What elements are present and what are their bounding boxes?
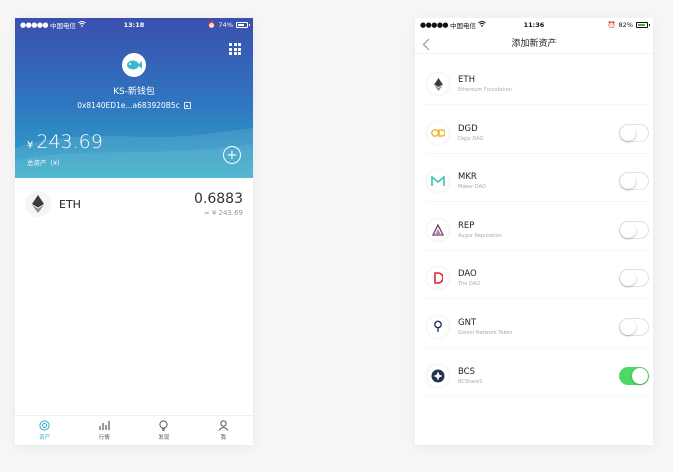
- token-info: GNT Golem Network Token: [458, 318, 513, 336]
- tab-profile[interactable]: 我: [194, 416, 254, 445]
- tab-bar: 资产 行情 发现 我: [15, 415, 253, 445]
- status-bar: ●●●●● 中国电信 13:18 ⏰ 74%: [15, 18, 253, 32]
- menu-grid-icon[interactable]: [229, 43, 241, 55]
- market-icon: [99, 421, 110, 430]
- profile-icon: [218, 420, 229, 431]
- wallet-address[interactable]: 0x8140ED1e...a683920B5c: [15, 101, 253, 110]
- token-toggle[interactable]: [619, 269, 649, 288]
- total-assets-label: 总资产（¥）: [27, 159, 64, 167]
- token-row-mkr[interactable]: MKR Maker DAO: [425, 161, 651, 203]
- status-bar: ●●●●● 中国电信 11:36 ⏰ 82%: [415, 18, 653, 32]
- back-button[interactable]: [422, 36, 430, 55]
- token-name: BCShareS: [458, 378, 483, 385]
- token-list: ETH Ethereum Foundation DGD Digix DAO MKR Mak…: [425, 64, 651, 404]
- token-info: MKR Maker DAO: [458, 172, 486, 190]
- token-name: The DAO: [458, 281, 480, 288]
- battery-percent: 74%: [218, 21, 233, 29]
- nav-bar: 添加新资产: [415, 32, 653, 54]
- toggle-knob: [620, 124, 636, 141]
- token-name: Digix DAO: [458, 135, 484, 142]
- total-balance: ¥ 243.69: [27, 131, 103, 153]
- token-row-rep[interactable]: REP Augur Reputation: [425, 210, 651, 251]
- tab-label: 发现: [158, 435, 170, 441]
- ethereum-icon: [25, 191, 51, 217]
- token-info: REP Augur Reputation: [458, 221, 502, 239]
- token-row-dgd[interactable]: DGD Digix DAO: [425, 113, 651, 154]
- golem-icon: [427, 315, 449, 338]
- token-name: Maker DAO: [458, 184, 486, 191]
- fish-icon: [127, 60, 142, 70]
- alarm-icon: ⏰: [607, 21, 616, 29]
- ethereum-icon: [427, 73, 449, 95]
- wallet-avatar[interactable]: [122, 53, 146, 77]
- tab-market[interactable]: 行情: [75, 416, 135, 445]
- toggle-knob: [620, 318, 636, 335]
- chevron-left-icon: [422, 38, 430, 51]
- token-toggle[interactable]: [619, 123, 649, 142]
- balance-currency: ¥: [27, 140, 34, 151]
- token-name: Golem Network Token: [458, 329, 513, 336]
- token-row-eth[interactable]: ETH Ethereum Foundation: [425, 64, 651, 105]
- token-row-gnt[interactable]: GNT Golem Network Token: [425, 307, 651, 348]
- token-toggle[interactable]: [619, 220, 649, 239]
- toggle-knob: [632, 367, 648, 384]
- tab-label: 行情: [98, 435, 110, 441]
- token-name: Augur Reputation: [458, 232, 502, 239]
- toggle-knob: [620, 221, 636, 238]
- token-symbol: DGD: [458, 123, 478, 134]
- digix-icon: [427, 121, 449, 144]
- tab-discover[interactable]: 发现: [134, 416, 194, 445]
- token-info: DGD Digix DAO: [458, 124, 483, 142]
- wallet-screen: ●●●●● 中国电信 13:18 ⏰ 74% KS-新钱包 0x8140ED1e…: [15, 18, 253, 445]
- token-symbol: REP: [458, 220, 475, 231]
- plus-icon: +: [226, 147, 238, 163]
- toggle-knob: [620, 173, 636, 190]
- wallet-address-text: 0x8140ED1e...a683920B5c: [77, 101, 180, 110]
- token-symbol: DAO: [458, 269, 477, 280]
- discover-icon: [159, 420, 168, 431]
- augur-icon: [427, 218, 449, 241]
- token-symbol: BCS: [458, 366, 476, 377]
- balance-value: 243.69: [36, 131, 103, 153]
- token-info: BCS BCShareS: [458, 367, 482, 385]
- token-symbol: GNT: [458, 317, 477, 328]
- alarm-icon: ⏰: [207, 21, 216, 29]
- token-toggle[interactable]: [619, 366, 649, 385]
- wallet-name: KS-新钱包: [113, 87, 155, 97]
- tab-label: 我: [220, 435, 226, 441]
- token-info: DAO The DAO: [458, 269, 480, 287]
- maker-icon: [427, 170, 449, 193]
- battery-percent: 82%: [618, 21, 633, 29]
- wallet-header: ●●●●● 中国电信 13:18 ⏰ 74% KS-新钱包 0x8140ED1e…: [15, 18, 253, 178]
- token-symbol: MKR: [458, 172, 477, 183]
- token-toggle[interactable]: [619, 317, 649, 336]
- page-title: 添加新资产: [511, 39, 557, 49]
- asset-symbol: ETH: [59, 197, 81, 211]
- token-toggle[interactable]: [619, 172, 649, 191]
- battery-icon: [636, 22, 650, 28]
- asset-fiat-value: ≈ ¥ 243.69: [203, 209, 243, 217]
- qr-code-icon[interactable]: [183, 102, 191, 109]
- token-info: ETH Ethereum Foundation: [458, 75, 512, 93]
- token-row-bcs[interactable]: BCS BCShareS: [425, 356, 651, 397]
- add-asset-screen: ●●●●● 中国电信 11:36 ⏰ 82% 添加新资产 ETH Ethereum…: [415, 18, 653, 445]
- assets-icon: [39, 420, 50, 431]
- token-symbol: ETH: [458, 75, 475, 85]
- tab-label: 资产: [39, 435, 51, 441]
- token-name: Ethereum Foundation: [458, 87, 512, 93]
- toggle-knob: [620, 270, 636, 287]
- tab-assets[interactable]: 资产: [15, 416, 75, 445]
- add-asset-button[interactable]: +: [223, 146, 241, 164]
- bcshares-icon: [427, 364, 449, 387]
- asset-row-eth[interactable]: ETH 0.6883 ≈ ¥ 243.69: [15, 178, 253, 230]
- asset-amount: 0.6883: [194, 191, 243, 207]
- token-row-dao[interactable]: DAO The DAO: [425, 258, 651, 300]
- dao-icon: [427, 267, 449, 290]
- battery-icon: [236, 22, 250, 28]
